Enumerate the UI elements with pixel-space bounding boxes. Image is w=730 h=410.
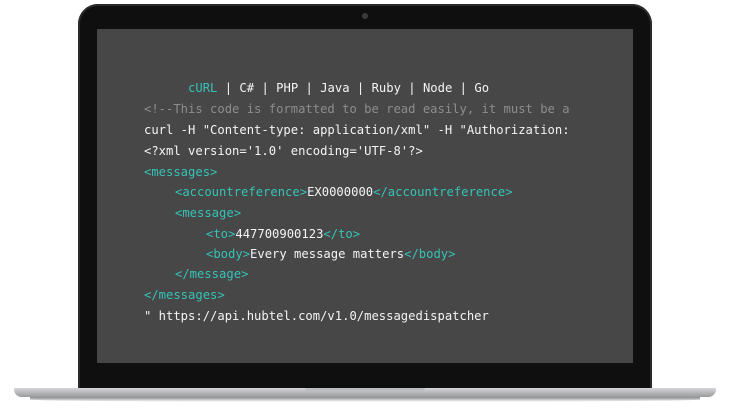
code-sample: cURL | C# | PHP | Java | Ruby | Node | G… <box>97 29 633 363</box>
xml-declaration-line: <?xml version='1.0' encoding='UTF-8'?> <box>144 144 423 158</box>
tab-csharp[interactable]: C# <box>239 81 254 95</box>
tab-separator: | <box>459 81 468 95</box>
tab-ruby[interactable]: Ruby <box>372 81 401 95</box>
laptop-screen: cURL | C# | PHP | Java | Ruby | Node | G… <box>97 29 633 363</box>
curl-command-line: curl -H "Content-type: application/xml" … <box>144 123 570 137</box>
body-close-tag: </body> <box>404 247 456 261</box>
tab-curl[interactable]: cURL <box>188 81 217 95</box>
message-close-tag: </message> <box>175 267 249 281</box>
laptop-shadow <box>30 397 700 402</box>
tab-node[interactable]: Node <box>423 81 452 95</box>
tab-separator: | <box>356 81 365 95</box>
laptop-base-notch <box>305 388 425 392</box>
accountreference-value: EX0000000 <box>307 185 374 199</box>
endpoint-url-line: " https://api.hubtel.com/v1.0/messagedis… <box>144 309 489 323</box>
laptop-bottom-bezel <box>84 363 646 385</box>
tab-php[interactable]: PHP <box>276 81 298 95</box>
tab-separator: | <box>224 81 233 95</box>
language-tabs: cURL | C# | PHP | Java | Ruby | Node | G… <box>144 64 489 95</box>
tab-separator: | <box>261 81 269 95</box>
tab-java[interactable]: Java <box>320 81 349 95</box>
to-open-tag: <to> <box>206 227 236 241</box>
body-line: <body>Every message matters</body> <box>206 246 456 262</box>
body-value: Every message matters <box>250 247 405 261</box>
to-line: <to>447700900123</to> <box>206 226 360 242</box>
messages-close-tag: </messages> <box>144 288 225 302</box>
body-open-tag: <body> <box>206 247 251 261</box>
camera-dot <box>362 13 368 19</box>
message-open-tag: <message> <box>175 206 242 220</box>
code-comment-line: <!--This code is formatted to be read ea… <box>144 102 570 116</box>
accountreference-close-tag: </accountreference> <box>373 185 513 199</box>
messages-open-tag: <messages> <box>144 165 218 179</box>
accountreference-open-tag: <accountreference> <box>175 185 308 199</box>
tab-go[interactable]: Go <box>474 81 489 95</box>
tab-separator: | <box>305 81 313 95</box>
tab-separator: | <box>408 81 416 95</box>
to-close-tag: </to> <box>323 227 361 241</box>
accountreference-line: <accountreference>EX0000000</accountrefe… <box>175 184 513 200</box>
to-value: 447700900123 <box>235 227 324 241</box>
